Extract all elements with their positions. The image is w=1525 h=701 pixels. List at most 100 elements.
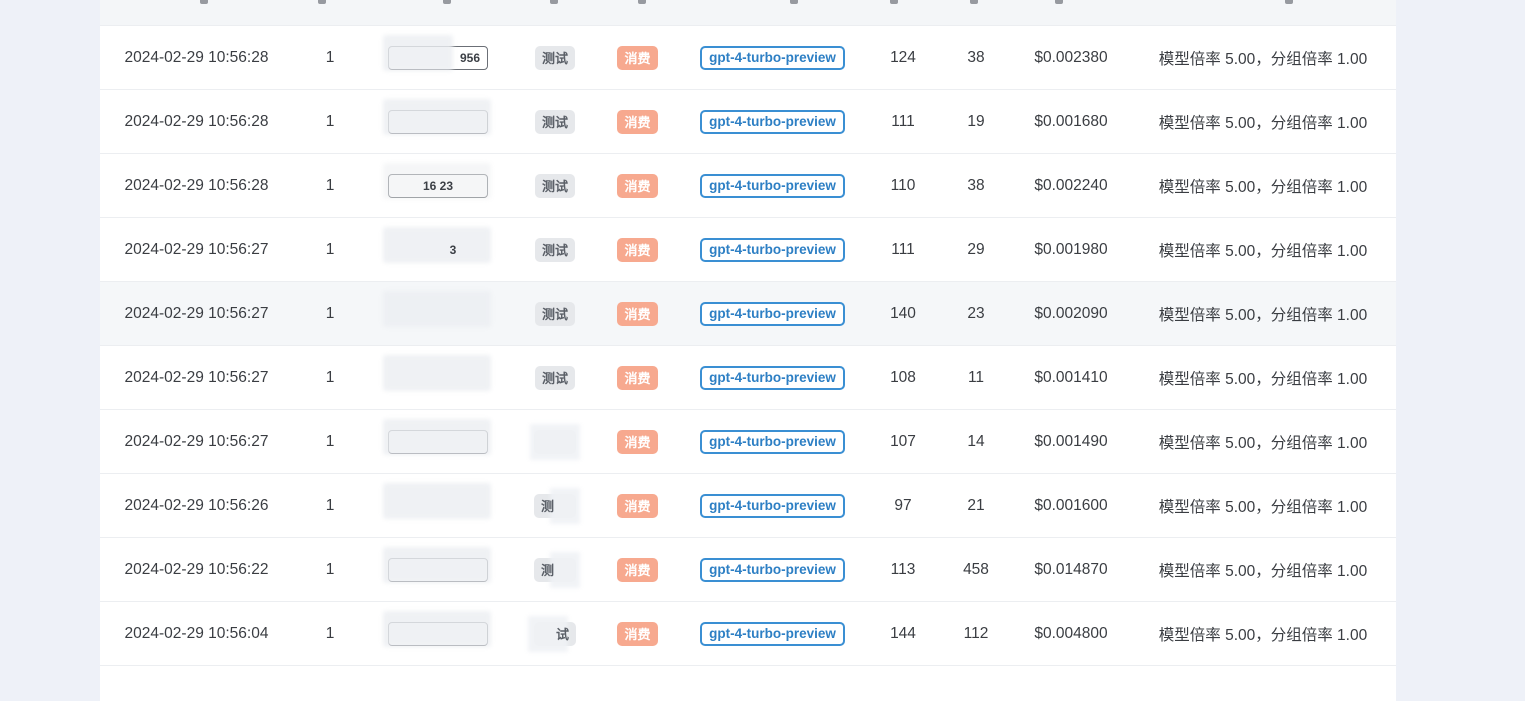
detail-cell: 模型倍率 5.00，分组倍率 1.00: [1158, 50, 1368, 68]
time-cell: 2024-02-29 10:56:26: [124, 496, 269, 514]
model-cell: gpt-4-turbo-preview: [695, 218, 850, 281]
token-tag: 16 23: [383, 162, 491, 199]
table-row[interactable]: 2024-02-29 10:56:27 1 测试 消费 gpt-4-turbo-…: [100, 346, 1396, 410]
time-cell: 2024-02-29 10:56:27: [124, 240, 269, 258]
group-tag: 试: [528, 615, 576, 652]
detail-cell: 模型倍率 5.00，分组倍率 1.00: [1158, 178, 1368, 196]
model-cell: gpt-4-turbo-preview: [695, 90, 850, 153]
channel-cell: 1: [325, 304, 335, 322]
table-row[interactable]: 2024-02-29 10:56:28 1 16 23 测试 消费 gpt-4-…: [100, 154, 1396, 218]
prompt-tokens-cell: 111: [891, 240, 915, 258]
channel-cell: 1: [325, 432, 335, 450]
model-tag[interactable]: gpt-4-turbo-preview: [700, 237, 845, 262]
model-tag[interactable]: gpt-4-turbo-preview: [700, 621, 845, 646]
model-tag[interactable]: gpt-4-turbo-preview: [700, 45, 845, 70]
type-tag: 消费: [617, 45, 658, 70]
prompt-tokens-cell: 108: [890, 368, 916, 386]
channel-cell: 1: [325, 240, 335, 258]
model-tag[interactable]: gpt-4-turbo-preview: [700, 109, 845, 134]
channel-cell: 1: [325, 560, 335, 578]
group-cell: 测: [530, 474, 580, 537]
header-fragment: [318, 0, 326, 4]
table-row[interactable]: 2024-02-29 10:56:04 1 试 消费 gpt-4-turbo-p…: [100, 602, 1396, 666]
header-fragment: [1285, 0, 1293, 4]
type-tag: 消费: [617, 301, 658, 326]
type-tag: 消费: [617, 365, 658, 390]
type-cell: 消费: [610, 346, 665, 409]
token-tag: [383, 482, 491, 519]
prompt-tokens-cell: 110: [890, 176, 916, 194]
model-cell: gpt-4-turbo-preview: [695, 474, 850, 537]
header-fragment: [638, 0, 646, 4]
model-cell: gpt-4-turbo-preview: [695, 346, 850, 409]
detail-cell: 模型倍率 5.00，分组倍率 1.00: [1158, 626, 1368, 644]
detail-cell: 模型倍率 5.00，分组倍率 1.00: [1158, 434, 1368, 452]
model-tag[interactable]: gpt-4-turbo-preview: [700, 173, 845, 198]
group-tag: 测试: [534, 173, 575, 198]
type-cell: 消费: [610, 218, 665, 281]
table-row[interactable]: 2024-02-29 10:56:27 1 测试 消费 gpt-4-turbo-…: [100, 282, 1396, 346]
quota-cell: $0.004800: [1034, 624, 1108, 642]
group-tag: 测: [534, 551, 580, 588]
quota-cell: $0.002240: [1034, 176, 1108, 194]
completion-tokens-cell: 21: [967, 496, 985, 514]
model-tag[interactable]: gpt-4-turbo-preview: [700, 429, 845, 454]
token-cell: [383, 282, 493, 345]
prompt-tokens-cell: 97: [894, 496, 912, 514]
token-cell: [383, 538, 493, 601]
quota-cell: $0.001490: [1034, 432, 1108, 450]
token-tag: 3: [383, 226, 491, 263]
group-label: 试: [555, 627, 569, 642]
table-row[interactable]: 2024-02-29 10:56:28 1 956 测试 消费 gpt-4-tu…: [100, 26, 1396, 90]
completion-tokens-cell: 11: [967, 368, 985, 386]
channel-cell: 1: [325, 368, 335, 386]
header-fragment: [790, 0, 798, 4]
prompt-tokens-cell: 113: [890, 560, 916, 578]
table-row[interactable]: 2024-02-29 10:56:27 1 消费 gpt-4-turbo-pre…: [100, 410, 1396, 474]
type-tag: 消费: [617, 429, 658, 454]
redaction-blur: [550, 487, 580, 524]
redaction-blur: [383, 290, 491, 327]
group-tag: [530, 423, 580, 460]
type-cell: 消费: [610, 474, 665, 537]
quota-cell: $0.001980: [1034, 240, 1108, 258]
redaction-blur: [383, 98, 491, 135]
quota-cell: $0.001680: [1034, 112, 1108, 130]
redaction-blur: [530, 423, 580, 460]
token-label: 3: [449, 242, 457, 257]
table-row[interactable]: 2024-02-29 10:56:22 1 测 消费 gpt-4-turbo-p…: [100, 538, 1396, 602]
token-tag: 956: [383, 34, 488, 71]
model-tag[interactable]: gpt-4-turbo-preview: [700, 301, 845, 326]
table-row[interactable]: 2024-02-29 10:56:26 1 测 消费 gpt-4-turbo-p…: [100, 474, 1396, 538]
channel-cell: 1: [325, 624, 335, 642]
redaction-blur: [383, 482, 491, 519]
model-tag[interactable]: gpt-4-turbo-preview: [700, 365, 845, 390]
prompt-tokens-cell: 124: [890, 48, 916, 66]
type-cell: 消费: [610, 282, 665, 345]
type-tag: 消费: [617, 237, 658, 262]
quota-cell: $0.014870: [1034, 560, 1108, 578]
token-label: 956: [459, 50, 480, 65]
group-tag: 测: [534, 487, 580, 524]
group-cell: 测试: [530, 282, 580, 345]
header-fragment: [200, 0, 208, 4]
log-table-panel: 2024-02-29 10:56:28 1 956 测试 消费 gpt-4-tu…: [100, 0, 1396, 701]
completion-tokens-cell: 458: [963, 560, 989, 578]
type-cell: 消费: [610, 410, 665, 473]
model-tag[interactable]: gpt-4-turbo-preview: [700, 493, 845, 518]
model-tag[interactable]: gpt-4-turbo-preview: [700, 557, 845, 582]
token-cell: [383, 602, 493, 665]
completion-tokens-cell: 38: [967, 176, 985, 194]
type-tag: 消费: [617, 173, 658, 198]
detail-cell: 模型倍率 5.00，分组倍率 1.00: [1158, 498, 1368, 516]
type-cell: 消费: [610, 154, 665, 217]
channel-cell: 1: [325, 496, 335, 514]
prompt-tokens-cell: 111: [891, 112, 915, 130]
header-fragment: [550, 0, 558, 4]
detail-cell: 模型倍率 5.00，分组倍率 1.00: [1158, 370, 1368, 388]
group-tag: 测试: [534, 237, 575, 262]
group-label: 测: [541, 499, 555, 514]
table-row[interactable]: 2024-02-29 10:56:28 1 测试 消费 gpt-4-turbo-…: [100, 90, 1396, 154]
time-cell: 2024-02-29 10:56:28: [124, 176, 269, 194]
table-row[interactable]: 2024-02-29 10:56:27 1 3 测试 消费 gpt-4-turb…: [100, 218, 1396, 282]
